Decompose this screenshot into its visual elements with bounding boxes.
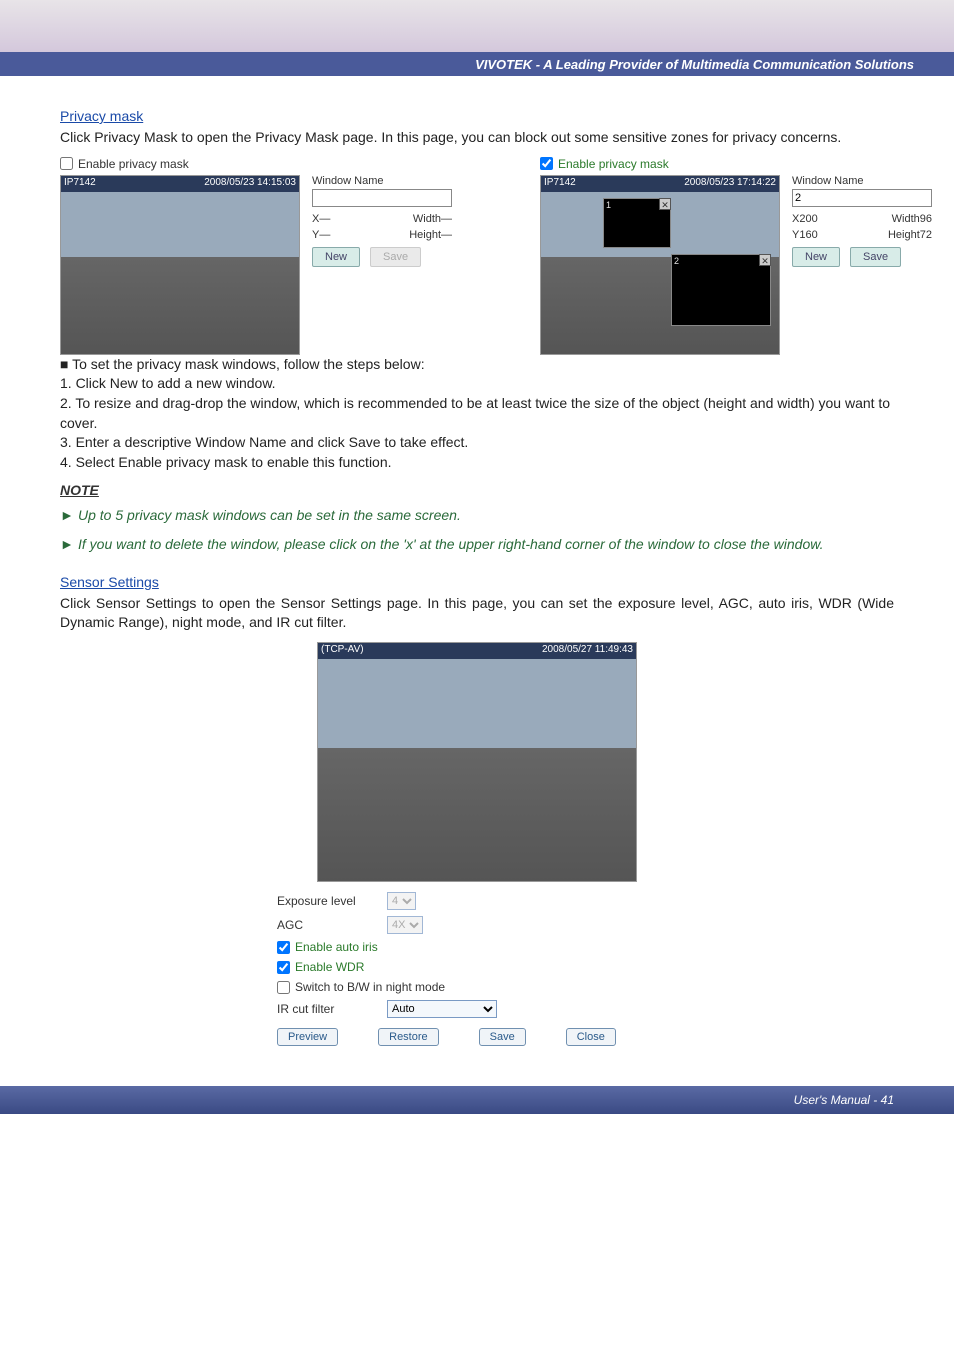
pm-w-right: Width96 bbox=[892, 213, 932, 225]
ir-label: IR cut filter bbox=[277, 1002, 387, 1016]
pm-cam-name-left: IP7142 bbox=[64, 177, 96, 191]
bw-label: Switch to B/W in night mode bbox=[295, 980, 445, 994]
auto-iris-checkbox-row[interactable]: Enable auto iris bbox=[277, 940, 677, 954]
pm-step-4: 4. Select Enable privacy mask to enable … bbox=[60, 453, 894, 473]
wdr-label: Enable WDR bbox=[295, 960, 364, 974]
close-icon[interactable]: ✕ bbox=[759, 254, 771, 266]
pm-new-button-right[interactable]: New bbox=[792, 247, 840, 267]
header-band bbox=[0, 0, 954, 52]
mask-1-label: 1 bbox=[606, 200, 611, 210]
enable-pm-label-left: Enable privacy mask bbox=[78, 157, 189, 171]
pm-right-block: Enable privacy mask IP7142 2008/05/23 17… bbox=[540, 157, 954, 355]
pm-step-2: 2. To resize and drag-drop the window, w… bbox=[60, 394, 894, 433]
pm-video-image-right: 1 ✕ 2 ✕ bbox=[541, 192, 779, 354]
pm-save-button-right[interactable]: Save bbox=[850, 247, 901, 267]
pm-w-left: Width— bbox=[413, 213, 452, 225]
privacy-mask-title: Privacy mask bbox=[60, 108, 894, 124]
enable-pm-checkbox-right[interactable] bbox=[540, 157, 553, 170]
sensor-settings-title: Sensor Settings bbox=[60, 574, 894, 590]
pm-step-2-text: 2. To resize and drag-drop the window, w… bbox=[60, 395, 890, 431]
pm-timestamp-left: 2008/05/23 14:15:03 bbox=[204, 177, 296, 191]
footer-bar: User's Manual - 41 bbox=[0, 1086, 954, 1114]
mask-window-1[interactable]: 1 ✕ bbox=[603, 198, 671, 248]
sensor-video: (TCP-AV) 2008/05/27 11:49:43 bbox=[317, 642, 637, 882]
auto-iris-label: Enable auto iris bbox=[295, 940, 378, 954]
mask-window-2[interactable]: 2 ✕ bbox=[671, 254, 771, 326]
restore-button[interactable]: Restore bbox=[378, 1028, 439, 1046]
mask-2-label: 2 bbox=[674, 256, 679, 266]
pm-steps: To set the privacy mask windows, follow … bbox=[60, 355, 894, 473]
close-icon[interactable]: ✕ bbox=[659, 198, 671, 210]
pm-x-right: X200 bbox=[792, 213, 818, 225]
pm-left-block: Enable privacy mask IP7142 2008/05/23 14… bbox=[60, 157, 480, 355]
preview-button[interactable]: Preview bbox=[277, 1028, 338, 1046]
sensor-intro: Click Sensor Settings to open the Sensor… bbox=[60, 594, 894, 632]
pm-x-left: X— bbox=[312, 213, 330, 225]
privacy-mask-intro: Click Privacy Mask to open the Privacy M… bbox=[60, 128, 894, 147]
sensor-block: (TCP-AV) 2008/05/27 11:49:43 Exposure le… bbox=[60, 642, 894, 1046]
bw-checkbox[interactable] bbox=[277, 981, 290, 994]
pm-timestamp-right: 2008/05/23 17:14:22 bbox=[684, 177, 776, 191]
enable-pm-checkbox-left[interactable] bbox=[60, 157, 73, 170]
sensor-video-image bbox=[318, 659, 636, 881]
enable-pm-label-right: Enable privacy mask bbox=[558, 157, 669, 171]
pm-window-name-input-right[interactable] bbox=[792, 189, 932, 207]
header-company-line: VIVOTEK - A Leading Provider of Multimed… bbox=[475, 57, 914, 72]
pm-step-3: 3. Enter a descriptive Window Name and c… bbox=[60, 433, 894, 453]
save-button[interactable]: Save bbox=[479, 1028, 526, 1046]
ir-select[interactable]: Auto bbox=[387, 1000, 497, 1018]
footer-text: User's Manual - 41 bbox=[794, 1093, 894, 1107]
note-heading: NOTE bbox=[60, 482, 894, 498]
wdr-checkbox-row[interactable]: Enable WDR bbox=[277, 960, 677, 974]
pm-steps-lead: To set the privacy mask windows, follow … bbox=[60, 355, 894, 375]
pm-video-image-left bbox=[61, 192, 299, 354]
pm-video-left: IP7142 2008/05/23 14:15:03 bbox=[60, 175, 300, 355]
exposure-label: Exposure level bbox=[277, 894, 387, 908]
auto-iris-checkbox[interactable] bbox=[277, 941, 290, 954]
exposure-select[interactable]: 4 bbox=[387, 892, 416, 910]
pm-video-right: IP7142 2008/05/23 17:14:22 1 ✕ 2 ✕ bbox=[540, 175, 780, 355]
sensor-cam-name: (TCP-AV) bbox=[321, 644, 364, 658]
pm-cam-name-right: IP7142 bbox=[544, 177, 576, 191]
close-button[interactable]: Close bbox=[566, 1028, 616, 1046]
pm-save-button-left[interactable]: Save bbox=[370, 247, 421, 267]
pm-controls-left: Window Name X— Width— Y— Height— New Save bbox=[312, 175, 452, 267]
pm-y-right: Y160 bbox=[792, 229, 818, 241]
header-bar: VIVOTEK - A Leading Provider of Multimed… bbox=[0, 52, 954, 76]
pm-window-name-label-right: Window Name bbox=[792, 175, 932, 187]
enable-privacy-mask-left[interactable]: Enable privacy mask bbox=[60, 157, 440, 171]
sensor-form: Exposure level 4 AGC 4X Enable auto iris… bbox=[277, 892, 677, 1046]
note-2: If you want to delete the window, please… bbox=[60, 535, 894, 554]
pm-window-name-input-left[interactable] bbox=[312, 189, 452, 207]
note-1: Up to 5 privacy mask windows can be set … bbox=[60, 506, 894, 525]
pm-window-name-label-left: Window Name bbox=[312, 175, 452, 187]
pm-y-left: Y— bbox=[312, 229, 330, 241]
bw-checkbox-row[interactable]: Switch to B/W in night mode bbox=[277, 980, 677, 994]
wdr-checkbox[interactable] bbox=[277, 961, 290, 974]
pm-h-right: Height72 bbox=[888, 229, 932, 241]
pm-new-button-left[interactable]: New bbox=[312, 247, 360, 267]
sensor-timestamp: 2008/05/27 11:49:43 bbox=[542, 644, 633, 658]
enable-privacy-mask-right[interactable]: Enable privacy mask bbox=[540, 157, 920, 171]
agc-label: AGC bbox=[277, 918, 387, 932]
agc-select[interactable]: 4X bbox=[387, 916, 423, 934]
pm-h-left: Height— bbox=[409, 229, 452, 241]
pm-controls-right: Window Name X200 Width96 Y160 Height72 New… bbox=[792, 175, 932, 267]
privacy-mask-panels: Enable privacy mask IP7142 2008/05/23 14… bbox=[60, 157, 894, 355]
pm-step-1: 1. Click New to add a new window. bbox=[60, 374, 894, 394]
page-content: Privacy mask Click Privacy Mask to open … bbox=[0, 76, 954, 1066]
